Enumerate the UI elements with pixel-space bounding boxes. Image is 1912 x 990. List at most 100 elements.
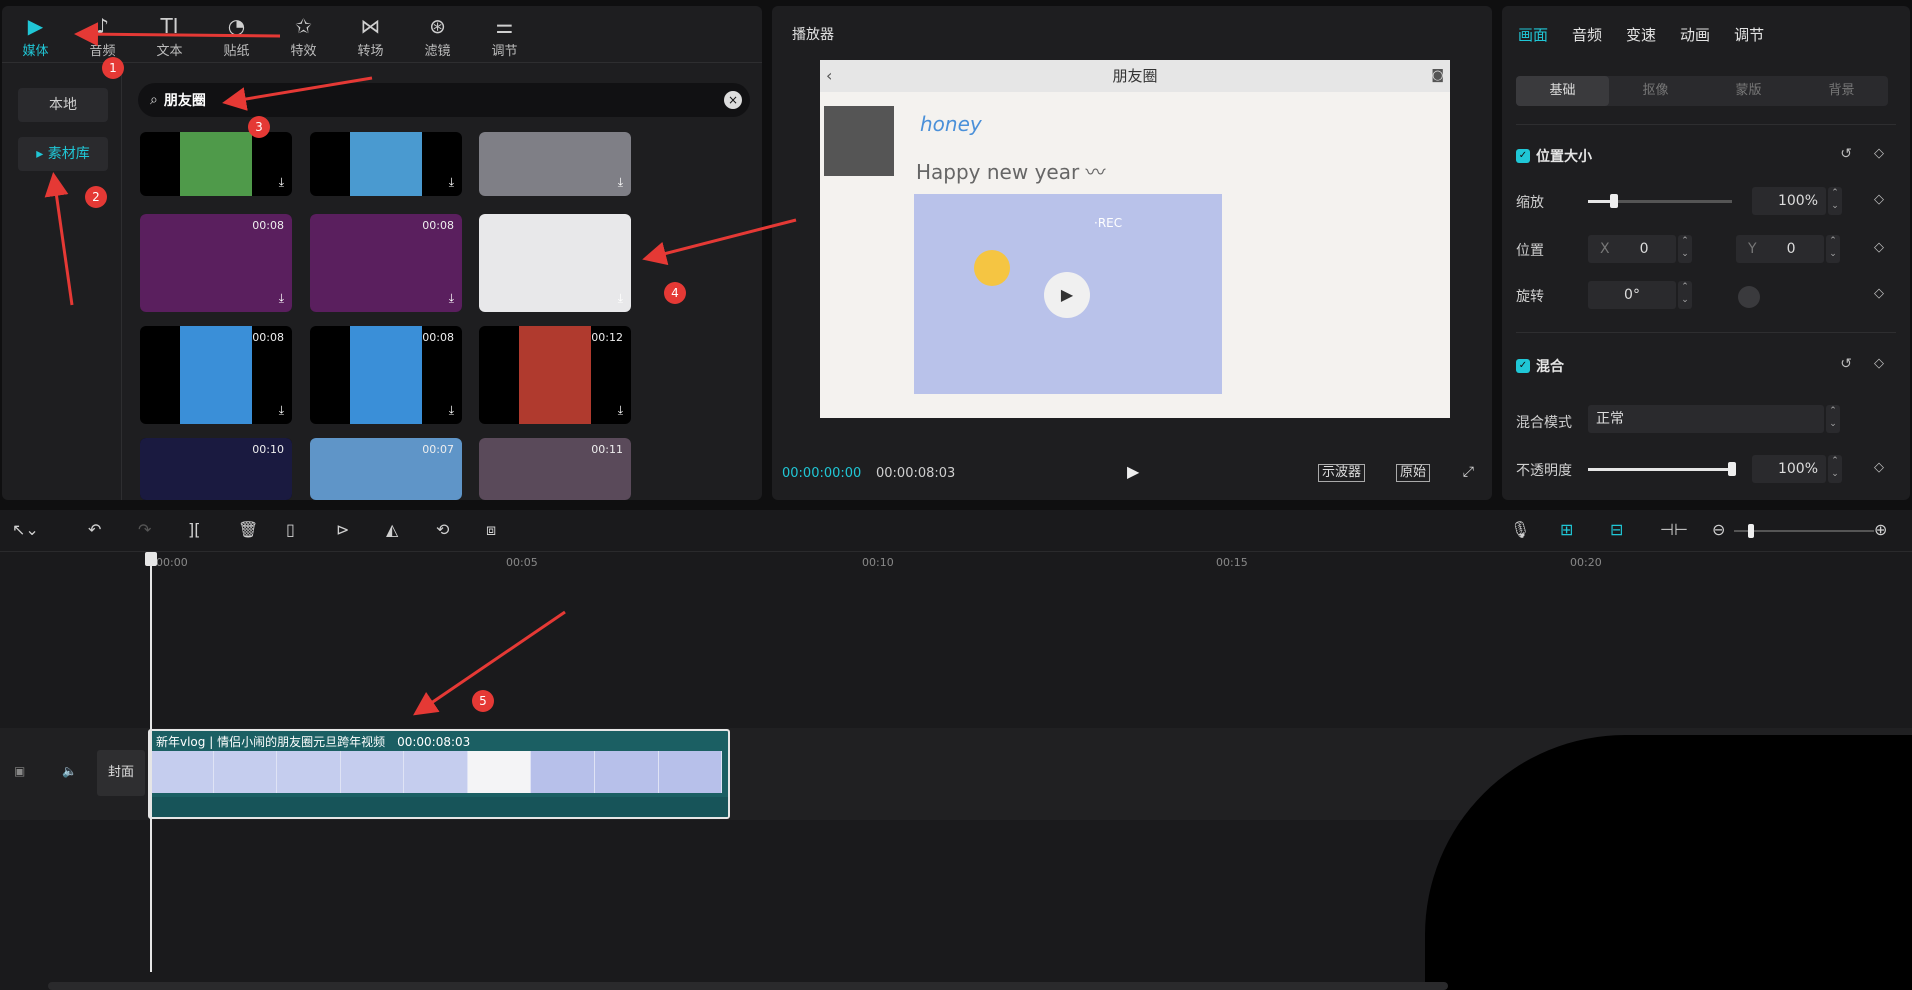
download-icon[interactable]: ⤓ (449, 291, 454, 306)
linkage-icon[interactable]: ⊣⊢ (1660, 520, 1688, 539)
mirror-icon[interactable]: ◭ (386, 520, 398, 539)
subtab-background[interactable]: 背景 (1795, 76, 1888, 106)
download-icon[interactable]: ⤓ (449, 403, 454, 418)
original-ratio-button[interactable]: 原始 (1396, 464, 1431, 482)
delete-icon[interactable]: 🗑 (238, 520, 258, 539)
material-thumbnail[interactable]: ⤓ (310, 132, 462, 196)
redo-icon[interactable]: ↷ (138, 520, 151, 539)
subtab-cutout[interactable]: 抠像 (1609, 76, 1702, 106)
split-icon[interactable]: ][ (188, 520, 200, 539)
opacity-input[interactable]: 100% (1752, 455, 1826, 483)
auto-snap-icon[interactable]: ⊟ (1610, 520, 1623, 539)
download-icon[interactable]: ⤓ (279, 175, 284, 190)
freeze-icon[interactable]: ▯ (286, 520, 295, 539)
tool-effects[interactable]: ✩ 特效 (270, 6, 337, 62)
download-icon[interactable]: ⤓ (618, 403, 623, 418)
keyframe-icon[interactable]: ◇ (1874, 146, 1884, 161)
track-video-icon[interactable]: ▣ (14, 764, 25, 778)
material-thumbnail[interactable]: 00:12 ⤓ (479, 326, 631, 424)
scale-slider-knob[interactable] (1609, 194, 1618, 208)
undo-icon[interactable]: ↶ (88, 520, 101, 539)
download-icon[interactable]: ⤓ (618, 291, 623, 306)
opacity-stepper[interactable]: ⌃ ⌄ (1828, 455, 1842, 483)
material-thumbnail[interactable]: 00:07 (310, 438, 462, 500)
material-thumbnail[interactable]: ⤓ (140, 132, 292, 196)
download-icon[interactable]: ⤓ (449, 175, 454, 190)
opacity-keyframe-icon[interactable]: ◇ (1874, 460, 1884, 475)
blend-reset-icon[interactable]: ↺ (1840, 356, 1852, 372)
material-thumbnail[interactable]: 00:08 ⤓ (310, 214, 462, 312)
tab-speed[interactable]: 变速 (1626, 24, 1656, 45)
zoom-in-icon[interactable]: ⊕ (1874, 520, 1887, 539)
position-y-input[interactable]: Y0 (1736, 235, 1824, 263)
reset-icon[interactable]: ↺ (1840, 146, 1852, 162)
crop-icon[interactable]: ⧈ (486, 520, 496, 540)
scale-keyframe-icon[interactable]: ◇ (1874, 192, 1884, 207)
tab-audio[interactable]: 音频 (1572, 24, 1602, 45)
rotate-keyframe-icon[interactable]: ◇ (1874, 286, 1884, 301)
y-stepper[interactable]: ⌃ ⌄ (1826, 235, 1840, 263)
video-clip[interactable]: 新年vlog | 情侣小闹的朋友圈元旦跨年视频 00:00:08:03 (148, 729, 730, 819)
download-icon[interactable]: ⤓ (618, 175, 623, 190)
position-x-input[interactable]: X0 (1588, 235, 1676, 263)
download-icon[interactable]: ⤓ (279, 403, 284, 418)
select-tool-icon[interactable]: ↖⌄ (12, 520, 39, 539)
scope-button[interactable]: 示波器 (1318, 464, 1366, 482)
scale-stepper[interactable]: ⌃ ⌄ (1828, 187, 1842, 215)
position-keyframe-icon[interactable]: ◇ (1874, 240, 1884, 255)
microphone-icon[interactable]: 🎙 (1510, 520, 1530, 539)
timeline-scrollbar[interactable] (48, 982, 1448, 990)
scale-input[interactable]: 100% (1752, 187, 1826, 215)
blend-checkbox[interactable]: ✓ (1516, 359, 1530, 373)
zoom-slider-knob[interactable] (1748, 524, 1754, 538)
material-thumbnail[interactable]: ⤓ (479, 132, 631, 196)
blend-mode-chevron-icon[interactable]: ⌃ ⌄ (1826, 405, 1840, 433)
pos-size-checkbox[interactable]: ✓ (1516, 149, 1530, 163)
material-thumbnail[interactable]: 00:08 ⤓ (140, 326, 292, 424)
download-icon[interactable]: ⤓ (279, 291, 284, 306)
subtab-basic[interactable]: 基础 (1516, 76, 1609, 106)
material-thumbnail[interactable]: 00:10 (140, 438, 292, 500)
blend-keyframe-icon[interactable]: ◇ (1874, 356, 1884, 371)
preview-play-icon[interactable]: ▶ (1044, 272, 1090, 318)
material-thumbnail[interactable]: 00:11 (479, 438, 631, 500)
zoom-out-icon[interactable]: ⊖ (1712, 520, 1725, 539)
play-icon[interactable]: ▶ (1127, 462, 1139, 481)
x-stepper[interactable]: ⌃ ⌄ (1678, 235, 1692, 263)
side-local-button[interactable]: 本地 (18, 88, 108, 122)
tool-media[interactable]: ▶ 媒体 (2, 6, 69, 62)
cover-button[interactable]: 封面 (97, 750, 145, 796)
inspector-panel: 画面 音频 变速 动画 调节 基础 抠像 蒙版 背景 ✓ 位置大小 ↺ ◇ 缩放 … (1502, 6, 1910, 500)
reverse-icon[interactable]: ⊳ (336, 520, 349, 539)
subtab-mask[interactable]: 蒙版 (1702, 76, 1795, 106)
material-thumbnail[interactable]: 00:08 ⤓ (140, 214, 292, 312)
tab-picture[interactable]: 画面 (1518, 24, 1548, 45)
tool-transition[interactable]: ⋈ 转场 (337, 6, 404, 62)
clear-search-icon[interactable]: × (724, 91, 742, 109)
material-thumbnail[interactable]: 00:08 ⤓ (310, 326, 462, 424)
tab-animation[interactable]: 动画 (1680, 24, 1710, 45)
tool-text[interactable]: TI 文本 (136, 6, 203, 62)
preview-honey-text: honey (920, 112, 982, 136)
side-library-button[interactable]: ▸ 素材库 (18, 137, 108, 171)
media-icon: ▶ (27, 14, 44, 38)
opacity-slider-knob[interactable] (1728, 462, 1736, 476)
tool-filter[interactable]: ⊛ 滤镜 (404, 6, 471, 62)
thumbnail-duration: 00:08 (422, 331, 454, 344)
track-audio-icon[interactable]: 🔈 (62, 764, 77, 778)
rotate-dial-icon[interactable] (1738, 286, 1760, 308)
blend-mode-select[interactable]: 正常 (1588, 405, 1824, 433)
main-track-magnet-icon[interactable]: ⊞ (1560, 520, 1573, 539)
rotate-input[interactable]: 0° (1588, 281, 1676, 309)
tab-adjust[interactable]: 调节 (1734, 24, 1764, 45)
rotate-icon[interactable]: ⟲ (436, 520, 449, 539)
tool-sticker[interactable]: ◔ 贴纸 (203, 6, 270, 62)
rotate-stepper[interactable]: ⌃ ⌄ (1678, 281, 1692, 309)
tool-transition-label: 转场 (357, 44, 384, 59)
tool-audio[interactable]: ♪ 音频 (69, 6, 136, 62)
tool-adjust[interactable]: ⚌ 调节 (471, 6, 538, 62)
fullscreen-icon[interactable]: ⤢ (1463, 464, 1474, 480)
playhead-handle[interactable] (145, 552, 157, 566)
search-input[interactable] (163, 92, 684, 108)
material-thumbnail[interactable]: ⤓ (479, 214, 631, 312)
